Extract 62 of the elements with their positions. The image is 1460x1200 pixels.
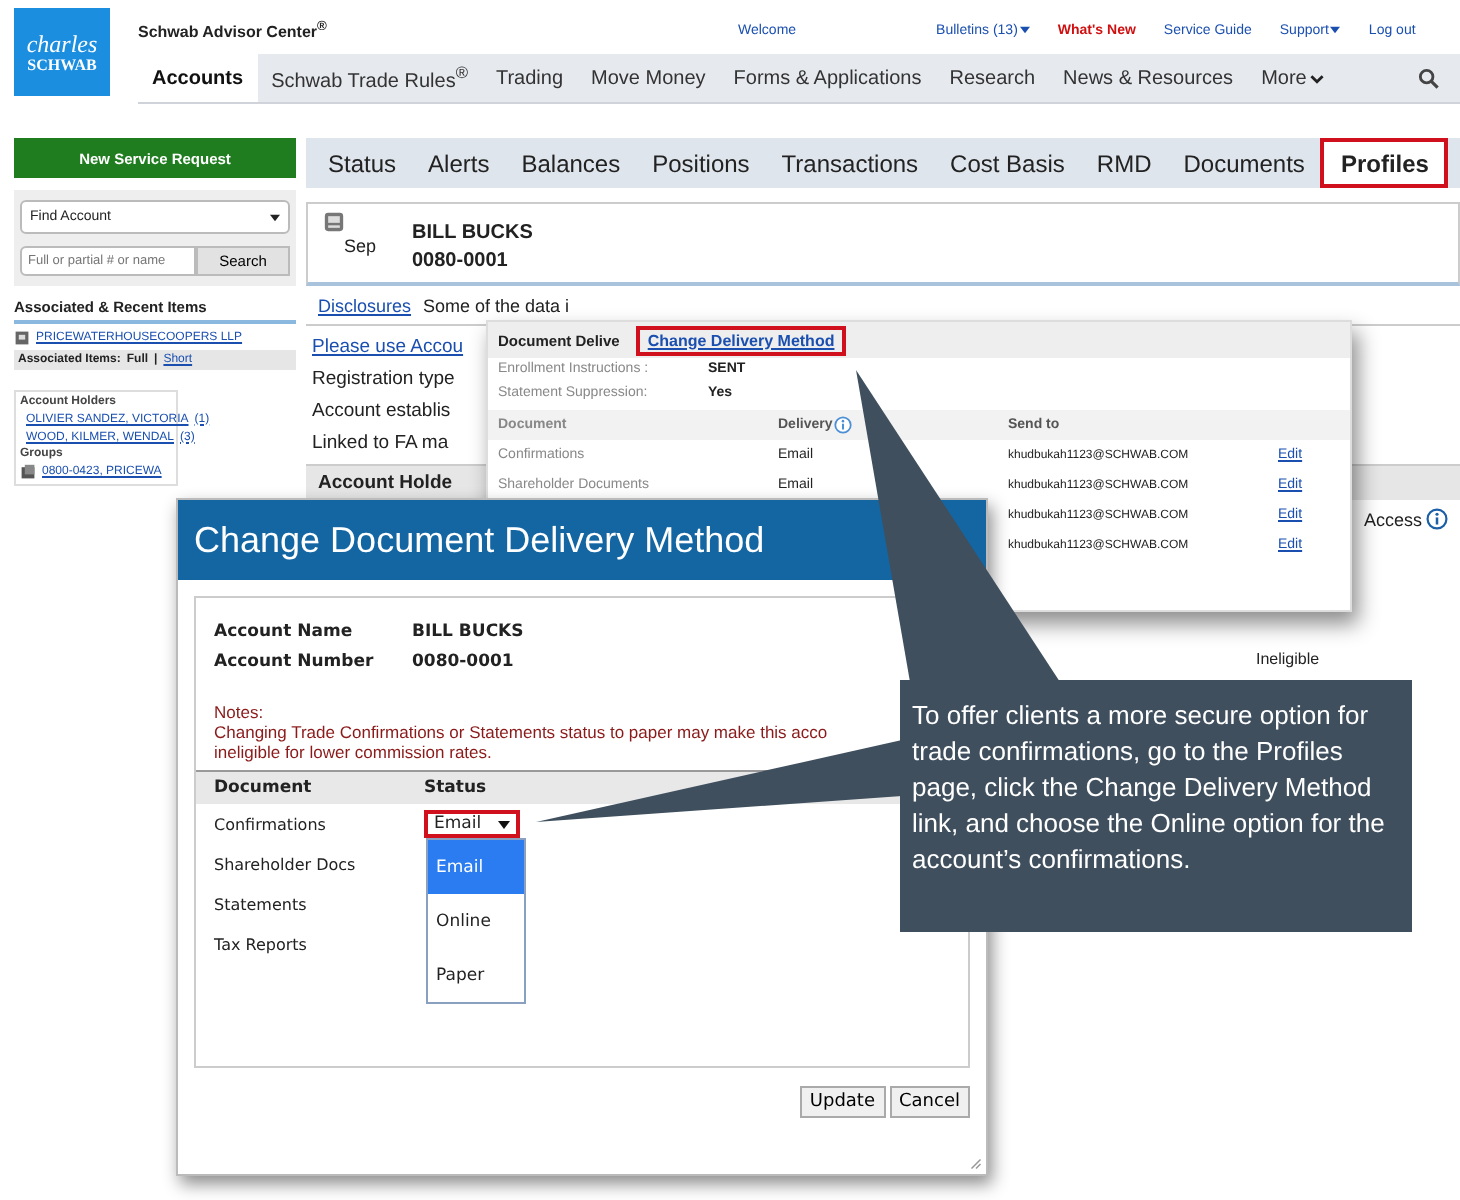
notes-text: ineligible for lower commission rates.	[214, 742, 492, 762]
notes-title: Notes:	[214, 702, 264, 722]
account-number: 0080-0001	[412, 248, 510, 276]
column-header: Document	[214, 778, 314, 798]
group-icon	[20, 464, 36, 480]
info-icon[interactable]	[834, 416, 853, 434]
status-dropdown[interactable]: Email	[424, 810, 520, 838]
document-label: Confirmations	[214, 815, 328, 833]
field-value: 0080-0001	[412, 650, 514, 676]
info-link[interactable]: Please use Accou	[312, 334, 464, 362]
nav-tab[interactable]: Research	[935, 54, 1050, 102]
account-tab[interactable]: Alerts	[412, 138, 506, 188]
column-header: Status	[424, 778, 487, 798]
disclosure-text: Some of the data i	[423, 295, 570, 315]
info-text: Registration type	[312, 366, 455, 394]
notes-text: Changing Trade Confirmations or Statements status to paper may make this acco	[214, 722, 828, 742]
dropdown-option[interactable]: Paper	[428, 948, 524, 1002]
section-heading: Account Holde	[318, 472, 453, 494]
nav-tab[interactable]: Accounts	[138, 54, 258, 102]
search-icon[interactable]	[1418, 67, 1440, 89]
info-icon[interactable]	[1426, 508, 1448, 530]
nav-tab[interactable]: More	[1247, 54, 1339, 102]
account-tab[interactable]: Transactions	[765, 138, 935, 188]
info-text: Account establis	[312, 398, 451, 426]
account-tab[interactable]: Positions	[636, 138, 766, 188]
account-name: BILL BUCKS	[412, 220, 533, 248]
eligibility-text: Ineligible	[1256, 650, 1320, 668]
app-title: Schwab Advisor Center$^{®}$	[138, 19, 329, 41]
document-label: Shareholder Docs	[214, 855, 358, 873]
account-type: Sep	[343, 236, 376, 256]
nav-tab[interactable]: Forms & Applications	[719, 54, 936, 102]
dialog-title: Change Document Delivery Method	[178, 500, 986, 580]
access-label: Access	[1363, 509, 1422, 529]
account-tab[interactable]: Documents	[1167, 138, 1321, 188]
account-icon	[324, 212, 344, 232]
nav-tab[interactable]: Schwab Trade Rules$^{®}$	[257, 54, 482, 102]
dropdown-option[interactable]: Email	[428, 840, 524, 894]
logo[interactable]: charles SCHWAB	[14, 8, 110, 96]
info-text: Linked to FA ma	[312, 430, 449, 458]
dialog-button[interactable]: Cancel	[889, 1086, 970, 1118]
nav-tab[interactable]: News & Resources	[1049, 54, 1248, 102]
callout-text: To offer clients a more secure option for trade confirmations, go to the Profiles page, click the Change Delivery Method link, and choose the Online option for the account’s confirmations.	[912, 698, 1387, 878]
document-label: Tax Reports	[214, 935, 309, 953]
nav-tab[interactable]: Trading	[481, 54, 578, 102]
change-delivery-method-link[interactable]: Change Delivery Method	[635, 325, 847, 355]
resize-grip-icon[interactable]	[970, 1158, 982, 1170]
account-tab[interactable]: RMD	[1080, 138, 1168, 188]
disclosures-link[interactable]: Disclosures	[318, 295, 412, 315]
field-value: BILL BUCKS	[412, 620, 524, 646]
caret-icon	[270, 213, 280, 221]
building-icon	[14, 330, 30, 346]
nav-tab[interactable]: Move Money	[577, 54, 720, 102]
account-tab[interactable]: Status	[312, 138, 413, 188]
field-label: Account Name	[214, 620, 355, 646]
caret-icon	[497, 819, 510, 829]
dialog-button[interactable]: Update	[799, 1086, 885, 1118]
field-label: Account Number	[214, 650, 376, 676]
account-tab[interactable]: Cost Basis	[934, 138, 1081, 188]
account-tab[interactable]: Balances	[505, 138, 637, 188]
account-tab[interactable]: Profiles	[1320, 138, 1449, 188]
document-label: Statements	[214, 895, 309, 913]
dropdown-option[interactable]: Online	[428, 894, 524, 948]
